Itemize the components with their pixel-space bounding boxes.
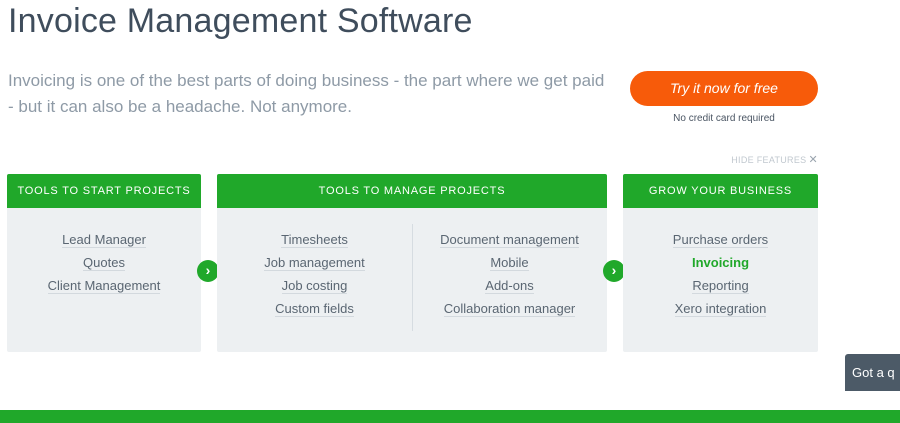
feature-link-job-management[interactable]: Job management bbox=[217, 251, 412, 274]
feature-link-add-ons[interactable]: Add-ons bbox=[412, 274, 607, 297]
chat-widget-button[interactable]: Got a q bbox=[845, 354, 900, 391]
try-free-button[interactable]: Try it now for free bbox=[630, 71, 818, 106]
close-icon: ✕ bbox=[808, 154, 818, 166]
hide-features-label: HIDE FEATURES bbox=[731, 155, 807, 165]
feature-link-quotes[interactable]: Quotes bbox=[7, 251, 201, 274]
feature-link-mobile[interactable]: Mobile bbox=[412, 251, 607, 274]
grow-business-heading: GROW YOUR BUSINESS bbox=[623, 174, 818, 208]
hide-features-toggle[interactable]: HIDE FEATURES ✕ bbox=[731, 153, 818, 166]
feature-link-client-management[interactable]: Client Management bbox=[7, 274, 201, 297]
page-title: Invoice Management Software bbox=[8, 2, 473, 40]
feature-link-timesheets[interactable]: Timesheets bbox=[217, 228, 412, 251]
feature-link-lead-manager[interactable]: Lead Manager bbox=[7, 228, 201, 251]
start-projects-card: TOOLS TO START PROJECTS Lead Manager Quo… bbox=[7, 174, 201, 352]
grow-business-card: GROW YOUR BUSINESS Purchase orders Invoi… bbox=[623, 174, 818, 352]
manage-projects-heading: TOOLS TO MANAGE PROJECTS bbox=[217, 174, 607, 208]
footer-bar bbox=[0, 410, 900, 423]
start-projects-heading: TOOLS TO START PROJECTS bbox=[7, 174, 201, 208]
manage-projects-card: TOOLS TO MANAGE PROJECTS Timesheets Job … bbox=[217, 174, 607, 352]
chevron-right-icon: › bbox=[197, 260, 219, 282]
no-credit-card-note: No credit card required bbox=[673, 113, 775, 124]
feature-link-xero-integration[interactable]: Xero integration bbox=[623, 297, 818, 320]
feature-link-job-costing[interactable]: Job costing bbox=[217, 274, 412, 297]
feature-link-reporting[interactable]: Reporting bbox=[623, 274, 818, 297]
feature-link-purchase-orders[interactable]: Purchase orders bbox=[623, 228, 818, 251]
chevron-right-icon: › bbox=[603, 260, 625, 282]
lead-paragraph: Invoicing is one of the best parts of do… bbox=[8, 71, 605, 116]
feature-link-invoicing[interactable]: Invoicing bbox=[623, 251, 818, 274]
feature-link-custom-fields[interactable]: Custom fields bbox=[217, 297, 412, 320]
feature-link-document-management[interactable]: Document management bbox=[412, 228, 607, 251]
feature-link-collaboration-manager[interactable]: Collaboration manager bbox=[412, 297, 607, 320]
